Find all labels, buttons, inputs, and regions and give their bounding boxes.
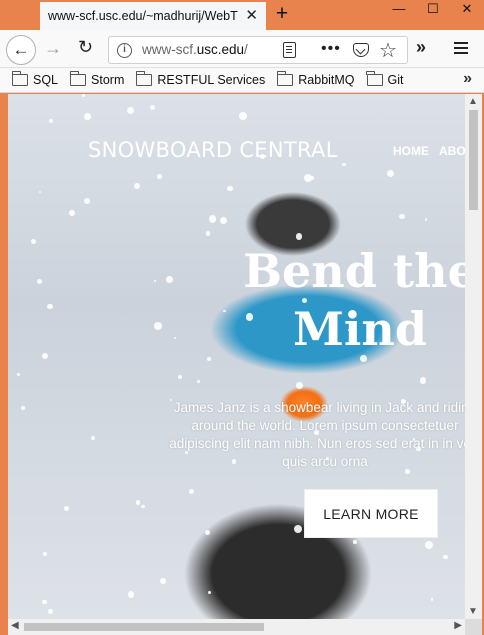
bookmark-label: RESTFUL Services [157, 73, 266, 87]
bookmark-folder-storm[interactable]: Storm [69, 71, 125, 87]
hero-section: SNOWBOARD CENTRAL HOME ABOU Bend the Min… [8, 94, 465, 619]
url-prefix: www-scf. [142, 42, 197, 57]
url-path: / [244, 42, 248, 57]
folder-icon [135, 71, 153, 86]
vertical-scroll-thumb[interactable] [469, 110, 478, 210]
site-brand[interactable]: SNOWBOARD CENTRAL [88, 138, 338, 162]
folder-icon [69, 71, 87, 86]
scroll-right-icon[interactable]: ▶ [454, 620, 462, 631]
nav-home-link[interactable]: HOME [393, 144, 429, 158]
url-bar[interactable]: i www-scf.usc.edu/ ••• ☆ [108, 36, 408, 64]
learn-more-button[interactable]: LEARN MORE [304, 489, 438, 538]
url-text[interactable]: www-scf.usc.edu/ [142, 42, 248, 57]
info-icon[interactable]: i [117, 43, 132, 58]
star-icon[interactable]: ☆ [379, 38, 397, 63]
minimize-button[interactable]: — [382, 0, 416, 20]
new-tab-button[interactable]: + [270, 2, 294, 28]
url-domain: usc.edu [196, 42, 245, 57]
maximize-button[interactable]: ☐ [416, 0, 450, 20]
forward-arrow-icon[interactable]: → [44, 38, 62, 59]
vertical-scrollbar[interactable]: ▲ ▼ [465, 94, 482, 619]
back-arrow-icon[interactable]: ← [6, 35, 36, 65]
window-controls: — ☐ ✕ [382, 0, 484, 20]
horizontal-scrollbar[interactable]: ◀ ▶ [8, 619, 465, 635]
horizontal-scroll-thumb[interactable] [24, 623, 264, 631]
bookmark-label: SQL [33, 73, 59, 87]
bookmark-folder-restful[interactable]: RESTFUL Services [135, 71, 266, 87]
bookmark-label: Storm [91, 73, 125, 87]
nav-about-link[interactable]: ABOU [439, 144, 465, 158]
folder-icon [366, 71, 383, 86]
bookmarks-bar: SQL Storm RESTFUL Services RabbitMQ Git … [0, 68, 484, 93]
browser-window: www-scf.usc.edu/~madhurij/WebT ✕ + — ☐ ✕… [0, 0, 484, 635]
close-tab-icon[interactable]: ✕ [245, 8, 258, 24]
reader-view-icon[interactable] [283, 42, 296, 58]
hero-headline: Bend the Mind [235, 242, 465, 358]
page-viewport: SNOWBOARD CENTRAL HOME ABOU Bend the Min… [8, 94, 482, 635]
browser-tab[interactable]: www-scf.usc.edu/~madhurij/WebT ✕ [40, 0, 266, 30]
bookmark-folder-rabbitmq[interactable]: RabbitMQ [276, 71, 355, 87]
headline-line-2: Mind [292, 302, 427, 356]
folder-icon [276, 71, 294, 86]
scroll-left-icon[interactable]: ◀ [11, 620, 19, 631]
bookmark-folder-git[interactable]: Git [366, 71, 404, 87]
scroll-up-icon[interactable]: ▲ [468, 96, 478, 107]
hamburger-menu-icon[interactable] [454, 42, 468, 44]
more-dots-icon[interactable]: ••• [321, 40, 341, 58]
scrollbar-corner [465, 619, 482, 635]
site-nav: HOME ABOU [393, 144, 465, 158]
bookmark-label: Git [387, 73, 404, 87]
tab-title: www-scf.usc.edu/~madhurij/WebT [48, 9, 238, 23]
hero-tagline: James Janz is a showbear living in Jack … [169, 400, 465, 469]
folder-icon [11, 71, 28, 86]
bookmark-folder-sql[interactable]: SQL [11, 71, 59, 87]
headline-line-1: Bend the [243, 244, 465, 298]
pocket-icon[interactable] [353, 43, 369, 57]
scroll-down-icon[interactable]: ▼ [468, 606, 478, 617]
title-bar: www-scf.usc.edu/~madhurij/WebT ✕ + — ☐ ✕ [0, 0, 484, 30]
close-window-button[interactable]: ✕ [450, 0, 484, 20]
reload-icon[interactable]: ↻ [78, 37, 93, 58]
bookmark-label: RabbitMQ [298, 73, 355, 87]
bookmarks-overflow-icon[interactable]: » [463, 70, 472, 88]
chevron-double-right-icon[interactable]: » [416, 37, 426, 58]
navigation-toolbar: ← → ↻ i www-scf.usc.edu/ ••• ☆ » [0, 30, 484, 68]
